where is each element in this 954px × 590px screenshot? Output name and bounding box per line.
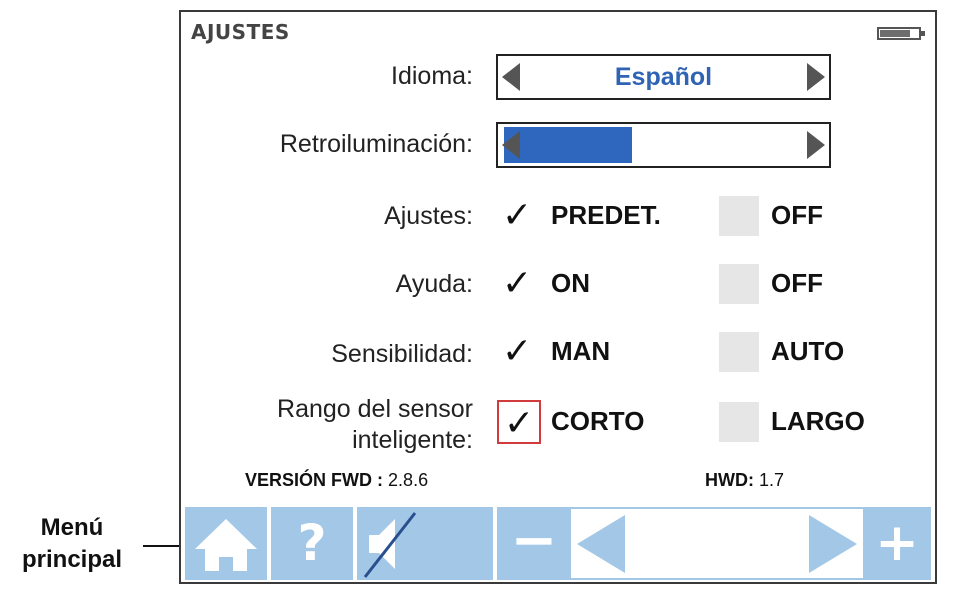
arrow-right-icon[interactable]: [807, 131, 825, 159]
checkbox-settings-off[interactable]: [719, 196, 759, 236]
backlight-slider[interactable]: [496, 122, 831, 168]
checkbox-sensor-range-short[interactable]: ✓: [497, 400, 541, 444]
minus-button[interactable]: −: [497, 507, 571, 580]
option-settings-default: PREDET.: [551, 200, 661, 230]
firmware-version: VERSIÓN FWD : 2.8.6: [245, 470, 428, 491]
checkbox-sensor-range-long[interactable]: [719, 402, 759, 442]
minus-icon: −: [510, 508, 558, 573]
mute-button[interactable]: [357, 507, 493, 580]
checkbox-help-off[interactable]: [719, 264, 759, 304]
hardware-version: HWD: 1.7: [705, 470, 784, 491]
arrow-left-icon[interactable]: [502, 131, 520, 159]
check-icon: ✓: [502, 331, 533, 372]
language-value: Español: [614, 63, 713, 91]
home-button[interactable]: [185, 507, 267, 580]
firmware-version-separator: :: [377, 470, 384, 490]
backlight-level-bar: [504, 127, 632, 163]
check-icon: ✓: [504, 403, 535, 444]
hardware-version-label: HWD:: [705, 470, 754, 490]
option-settings-off: OFF: [771, 200, 823, 230]
callout-line1: Menú: [40, 514, 104, 541]
option-sensitivity-man: MAN: [551, 336, 611, 366]
help-icon: ?: [297, 514, 327, 572]
option-help-on: ON: [551, 268, 590, 298]
settings-screen: AJUSTES Idioma: Español Retroiluminación…: [179, 10, 937, 584]
option-help-off: OFF: [771, 268, 823, 298]
bottom-toolbar: ? − +: [185, 507, 931, 580]
arrow-right-icon: [809, 515, 857, 573]
callout-main-menu: Menú principal: [12, 512, 132, 576]
option-sensor-range-long: LARGO: [771, 406, 865, 436]
language-selector[interactable]: Español: [496, 54, 831, 100]
home-icon: [195, 519, 257, 571]
backlight-label: Retroiluminación:: [279, 130, 473, 158]
check-icon: ✓: [502, 263, 533, 304]
help-label: Ayuda:: [395, 270, 473, 298]
checkbox-help-on[interactable]: ✓: [499, 264, 539, 304]
plus-icon: +: [875, 513, 919, 573]
checkbox-settings-default[interactable]: ✓: [499, 196, 539, 236]
hardware-version-value: 1.7: [759, 470, 785, 490]
checkbox-sensitivity-auto[interactable]: [719, 332, 759, 372]
arrow-right-icon[interactable]: [807, 63, 825, 91]
sensitivity-label: Sensibilidad:: [331, 340, 473, 368]
sensor-range-label-line1: Rango del sensor: [277, 395, 473, 423]
checkbox-sensitivity-man[interactable]: ✓: [499, 332, 539, 372]
mute-icon: [363, 512, 417, 578]
callout-line2: principal: [21, 546, 123, 573]
firmware-version-label: VERSIÓN FWD: [245, 470, 373, 490]
page-title: AJUSTES: [191, 20, 290, 44]
option-sensor-range-short: CORTO: [551, 406, 645, 436]
help-button[interactable]: ?: [271, 507, 353, 580]
sensor-range-label-line2: inteligente:: [352, 426, 473, 454]
value-slider-track[interactable]: [571, 507, 863, 580]
settings-label: Ajustes:: [384, 202, 473, 230]
sensor-range-label: Rango del sensor inteligente:: [277, 394, 473, 456]
arrow-left-icon: [577, 515, 625, 573]
check-icon: ✓: [502, 195, 533, 236]
battery-icon: [877, 27, 925, 40]
option-sensitivity-auto: AUTO: [771, 336, 845, 366]
language-label: Idioma:: [391, 62, 473, 90]
plus-button[interactable]: +: [863, 507, 931, 580]
firmware-version-value: 2.8.6: [388, 470, 429, 490]
slider-arrows: [577, 515, 857, 573]
